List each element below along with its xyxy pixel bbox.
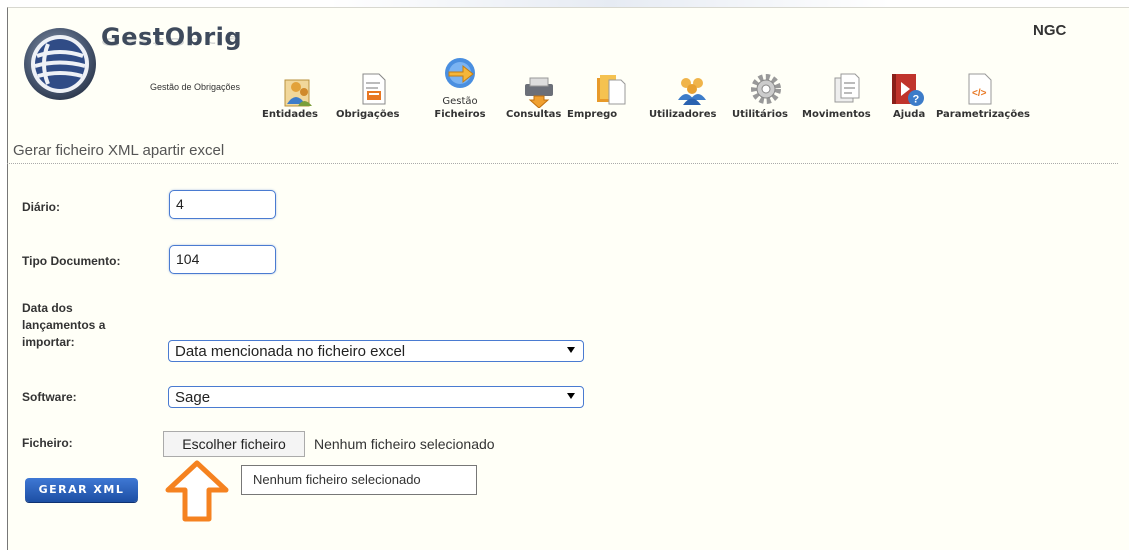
- brand-name-reflection: GestObrig: [101, 35, 243, 48]
- code-document-icon: </>: [968, 73, 992, 105]
- nav-label-obrigacoes: Obrigações: [336, 109, 400, 120]
- data-label-line2: lançamentos a: [22, 318, 106, 332]
- data-lancamentos-select[interactable]: Data mencionada no ficheiro excel: [168, 340, 584, 362]
- nav-label-utilizadores: Utilizadores: [649, 109, 717, 120]
- nav-label-utilitarios: Utilitários: [732, 109, 788, 120]
- nav-label-movimentos: Movimentos: [802, 109, 871, 120]
- gear-icon: [751, 74, 781, 104]
- software-value: Sage: [175, 389, 211, 406]
- globe-logo-icon: [24, 28, 96, 100]
- software-label: Software:: [22, 390, 77, 404]
- company-name: NGC: [1033, 22, 1067, 39]
- nav-label-consultas: Consultas: [506, 109, 562, 120]
- nav-label-gestao-ficheiros: Gestão Ficheiros: [430, 95, 490, 121]
- document-stamp-icon: [362, 73, 386, 105]
- nav-label-ficheiros: Ficheiros: [434, 109, 486, 120]
- svg-text:?: ?: [913, 94, 920, 106]
- file-status: Nenhum ficheiro selecionado: [314, 436, 495, 452]
- nav-label-entidades: Entidades: [262, 109, 318, 120]
- chevron-down-icon: [567, 393, 575, 399]
- data-label-line3: importar:: [22, 335, 75, 349]
- svg-text:</>: </>: [972, 88, 987, 99]
- gerar-xml-button[interactable]: GERAR XML: [25, 478, 138, 502]
- tipo-documento-input[interactable]: 104: [169, 245, 276, 274]
- people-book-icon: [284, 79, 312, 107]
- data-lancamentos-value: Data mencionada no ficheiro excel: [175, 343, 406, 360]
- brand-subtitle: Gestão de Obrigações: [150, 82, 241, 92]
- file-tooltip: Nenhum ficheiro selecionado: [241, 465, 477, 495]
- data-lancamentos-label: Data dos lançamentos a importar:: [22, 300, 105, 351]
- data-label-line1: Data dos: [22, 301, 73, 315]
- tipo-documento-label: Tipo Documento:: [22, 254, 121, 268]
- diario-label: Diário:: [22, 200, 61, 214]
- page-title: Gerar ficheiro XML apartir excel: [13, 142, 225, 159]
- users-icon: [678, 78, 706, 105]
- title-divider: [7, 163, 1118, 164]
- diario-value: 4: [176, 196, 184, 212]
- documents-stack-icon: [834, 73, 860, 103]
- nav-label-gestao: Gestão: [442, 96, 478, 107]
- printer-icon: [525, 77, 553, 108]
- software-select[interactable]: Sage: [168, 386, 584, 408]
- tipo-documento-value: 104: [176, 251, 200, 267]
- nav-label-parametrizacoes: Parametrizações: [936, 109, 1030, 120]
- file-exchange-icon: [445, 58, 475, 88]
- chevron-down-icon: [567, 347, 575, 353]
- help-video-icon: ?: [892, 74, 924, 106]
- nav-label-emprego: Emprego: [567, 109, 618, 120]
- choose-file-button[interactable]: Escolher ficheiro: [163, 431, 305, 457]
- folder-documents-icon: [597, 75, 626, 105]
- diario-input[interactable]: 4: [169, 190, 276, 219]
- up-arrow-annotation-icon: [165, 460, 229, 522]
- nav-label-ajuda: Ajuda: [893, 109, 926, 120]
- ficheiro-label: Ficheiro:: [22, 436, 73, 450]
